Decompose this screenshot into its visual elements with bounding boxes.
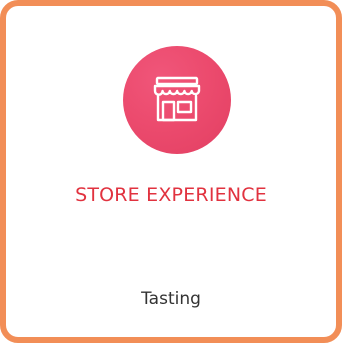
store-icon	[153, 76, 201, 122]
store-experience-card[interactable]: STORE EXPERIENCE Tasting	[0, 0, 342, 343]
card-title: STORE EXPERIENCE	[75, 184, 267, 206]
icon-circle	[123, 46, 231, 154]
card-subtitle: Tasting	[141, 289, 201, 309]
